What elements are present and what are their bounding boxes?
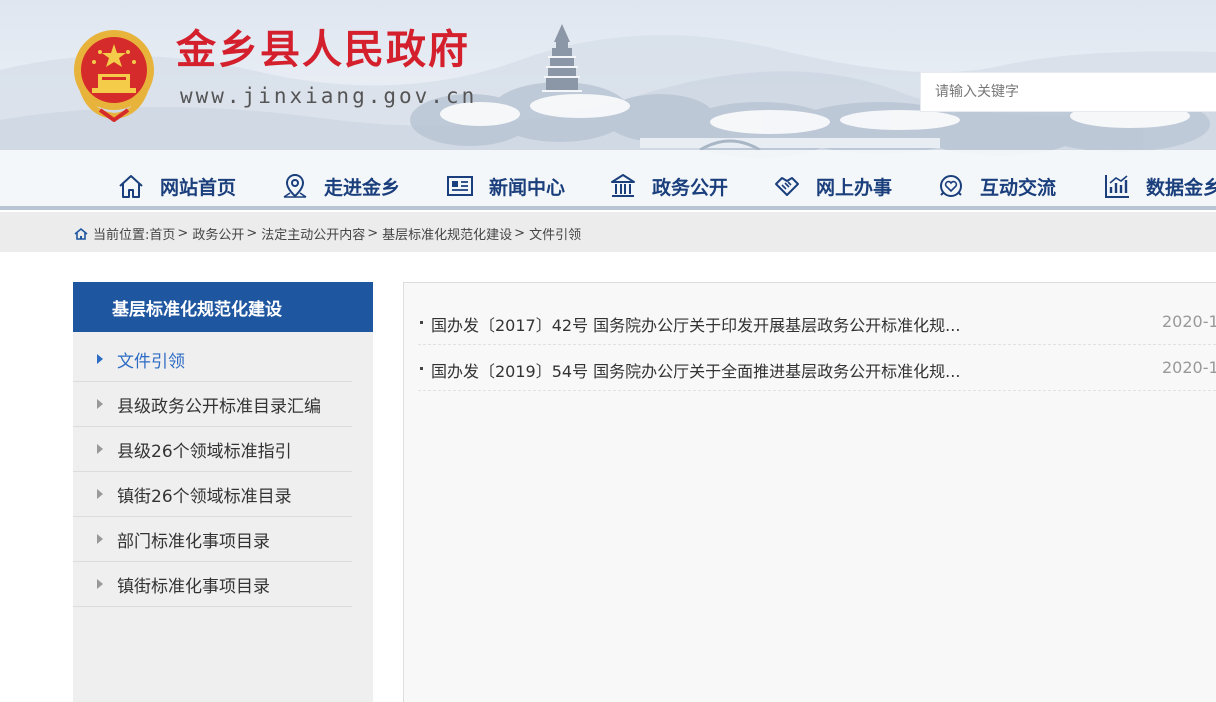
nav-item-gov-affairs[interactable]: 政务公开 — [608, 168, 728, 204]
breadcrumb-link-standardization[interactable]: 基层标准化规范化建设 — [382, 224, 512, 243]
document-date: 2020-1 — [1162, 312, 1216, 331]
document-title[interactable]: 国办发〔2017〕42号 国务院办公厅关于印发开展基层政务公开标准化规... — [431, 312, 960, 336]
sidebar-item-county-catalog[interactable]: 县级政务公开标准目录汇编 — [73, 382, 352, 427]
location-home-icon — [74, 227, 88, 240]
nav-item-online-services[interactable]: 网上办事 — [772, 168, 892, 204]
breadcrumb-separator: > — [514, 226, 526, 241]
sidebar: 基层标准化规范化建设 文件引领 县级政务公开标准目录汇编 县级26个领域标准指引… — [73, 282, 373, 702]
sidebar-heading: 基层标准化规范化建设 — [73, 282, 373, 332]
sidebar-item-label: 县级26个领域标准指引 — [117, 441, 292, 462]
sidebar-item-document-guidance[interactable]: 文件引领 — [73, 337, 352, 382]
search-input[interactable] — [921, 73, 1216, 111]
sidebar-item-label: 镇街26个领域标准目录 — [117, 486, 292, 507]
breadcrumb-link-current[interactable]: 文件引领 — [529, 224, 581, 243]
nav-label: 网上办事 — [816, 176, 893, 199]
handshake-icon — [775, 177, 799, 196]
triangle-right-icon — [97, 444, 103, 454]
triangle-right-icon — [97, 489, 103, 499]
site-url: www.jinxiang.gov.cn — [180, 84, 478, 108]
home-icon — [119, 175, 143, 198]
document-list: 国办发〔2017〕42号 国务院办公厅关于印发开展基层政务公开标准化规... 2… — [404, 283, 1216, 391]
triangle-right-icon — [97, 579, 103, 589]
breadcrumb-link-home[interactable]: 首页 — [149, 224, 175, 243]
nav-item-data[interactable]: 数据金乡 — [1102, 168, 1216, 204]
nav-item-news[interactable]: 新闻中心 — [445, 168, 565, 204]
sidebar-menu: 文件引领 县级政务公开标准目录汇编 县级26个领域标准指引 镇街26个领域标准目… — [73, 332, 373, 607]
document-date: 2020-1 — [1162, 358, 1216, 377]
bullet-icon — [420, 367, 423, 370]
government-building-icon — [611, 174, 635, 197]
breadcrumb-prefix: 当前位置: — [93, 228, 150, 243]
header-divider — [0, 206, 1216, 210]
breadcrumb-separator: > — [177, 226, 189, 241]
map-pin-icon — [283, 173, 307, 198]
newspaper-icon — [447, 176, 473, 196]
document-title[interactable]: 国办发〔2019〕54号 国务院办公厅关于全面推进基层政务公开标准化规... — [431, 358, 960, 382]
triangle-right-icon — [97, 399, 103, 409]
triangle-right-icon — [97, 354, 103, 364]
breadcrumb-separator: > — [246, 226, 258, 241]
sidebar-item-town-items[interactable]: 镇街标准化事项目录 — [73, 562, 352, 607]
breadcrumb-link-statutory-disclosure[interactable]: 法定主动公开内容 — [261, 224, 365, 243]
nav-label: 政务公开 — [652, 176, 729, 199]
breadcrumb: 当前位置: 首页 > 政务公开 > 法定主动公开内容 > 基层标准化规范化建设 > 文件… — [74, 224, 581, 243]
sidebar-item-department-items[interactable]: 部门标准化事项目录 — [73, 517, 352, 562]
nav-label: 新闻中心 — [489, 176, 566, 199]
sidebar-item-label: 文件引领 — [117, 351, 185, 372]
triangle-right-icon — [97, 534, 103, 544]
document-list-panel: 国办发〔2017〕42号 国务院办公厅关于印发开展基层政务公开标准化规... 2… — [403, 282, 1216, 702]
document-row[interactable]: 国办发〔2019〕54号 国务院办公厅关于全面推进基层政务公开标准化规... 2… — [418, 345, 1216, 391]
nav-item-home[interactable]: 网站首页 — [116, 168, 236, 204]
document-row[interactable]: 国办发〔2017〕42号 国务院办公厅关于印发开展基层政务公开标准化规... 2… — [418, 299, 1216, 345]
sidebar-item-label: 镇街标准化事项目录 — [117, 576, 270, 597]
chat-heart-icon — [940, 175, 962, 197]
site-header: 金乡县人民政府 www.jinxiang.gov.cn 网站首页 走进金乡 — [0, 0, 1216, 210]
national-emblem-icon — [74, 30, 154, 122]
search-box — [920, 72, 1216, 112]
sidebar-item-town-26-catalog[interactable]: 镇街26个领域标准目录 — [73, 472, 352, 517]
nav-label: 数据金乡 — [1146, 176, 1216, 199]
sidebar-item-county-26-guides[interactable]: 县级26个领域标准指引 — [73, 427, 352, 472]
nav-label: 网站首页 — [160, 176, 237, 199]
nav-label: 走进金乡 — [324, 176, 401, 199]
nav-item-about[interactable]: 走进金乡 — [280, 168, 400, 204]
sidebar-item-label: 部门标准化事项目录 — [117, 531, 270, 552]
breadcrumb-bar: 当前位置: 首页 > 政务公开 > 法定主动公开内容 > 基层标准化规范化建设 > 文件… — [0, 212, 1216, 252]
bullet-icon — [420, 321, 423, 324]
breadcrumb-separator: > — [367, 226, 379, 241]
breadcrumb-link-gov-affairs[interactable]: 政务公开 — [192, 224, 244, 243]
nav-label: 互动交流 — [980, 176, 1057, 199]
site-title[interactable]: 金乡县人民政府 — [176, 30, 470, 70]
bar-chart-icon — [1105, 175, 1129, 198]
sidebar-item-label: 县级政务公开标准目录汇编 — [117, 396, 321, 417]
nav-item-interaction[interactable]: 互动交流 — [936, 168, 1056, 204]
main-nav: 网站首页 走进金乡 新闻中心 政务公开 网上办事 互动交流 数据金乡 — [0, 160, 1216, 210]
